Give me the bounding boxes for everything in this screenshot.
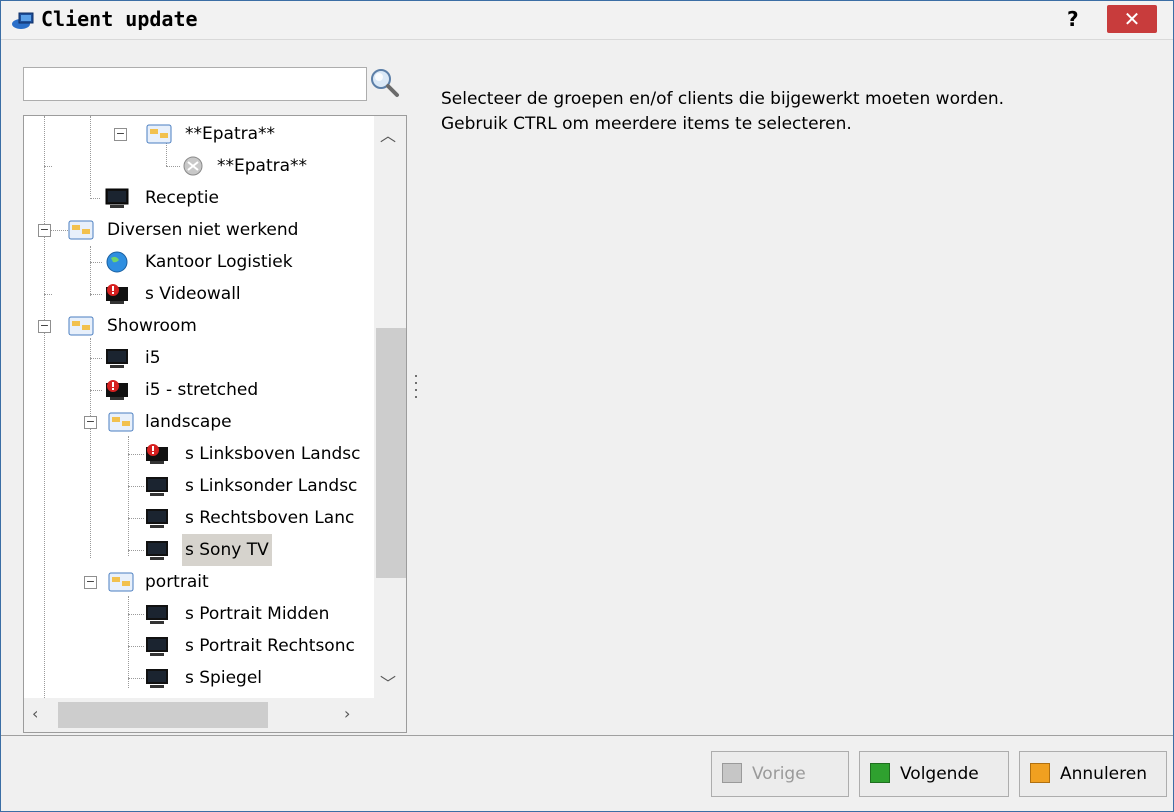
tree-item-client[interactable]: Kantoor Logistiek — [142, 246, 296, 278]
back-icon — [722, 763, 742, 783]
monitor-icon — [146, 509, 168, 528]
tree-item-group[interactable]: Diversen niet werkend — [104, 214, 301, 246]
instructions-text: Selecteer de groepen en/of clients die b… — [441, 87, 1004, 137]
tree-item-client[interactable]: s Portrait Rechtsonc — [182, 630, 358, 662]
offline-client-icon — [183, 156, 203, 176]
scroll-down-icon[interactable]: ﹀ — [380, 670, 396, 694]
tree-item-client-selected[interactable]: s Sony TV — [182, 534, 272, 566]
monitor-icon — [146, 669, 168, 688]
tree-item-group[interactable]: portrait — [142, 566, 212, 598]
horizontal-scroll-thumb[interactable] — [58, 702, 268, 728]
collapse-toggle[interactable]: − — [38, 224, 51, 237]
tree-item-client[interactable]: **Epatra** — [214, 150, 310, 182]
scroll-right-icon[interactable]: › — [344, 704, 350, 723]
globe-icon — [106, 251, 128, 273]
tree-item-client[interactable]: s Videowall — [142, 278, 244, 310]
tree-item-client[interactable]: s Linksonder Landsc — [182, 470, 360, 502]
monitor-error-icon — [106, 284, 128, 304]
monitor-error-icon — [146, 444, 168, 464]
previous-button[interactable]: Vorige — [711, 751, 849, 797]
group-folder-icon — [146, 124, 172, 144]
instructions-line-1: Selecteer de groepen en/of clients die b… — [441, 89, 1005, 109]
footer-divider — [1, 735, 1173, 736]
group-folder-icon — [108, 412, 134, 432]
tree-item-group[interactable]: **Epatra** — [182, 118, 278, 150]
monitor-icon — [146, 477, 168, 496]
tree-item-client[interactable]: s Portrait Midden — [182, 598, 332, 630]
tree-item-client[interactable]: s Linksboven Landsc — [182, 438, 363, 470]
monitor-icon — [106, 349, 128, 368]
collapse-toggle[interactable]: − — [84, 576, 97, 589]
group-folder-icon — [68, 316, 94, 336]
client-tree[interactable]: − **Epatra** **Epatra** Receptie − Diver… — [23, 115, 407, 733]
scroll-up-icon[interactable]: ︿ — [380, 122, 396, 146]
window-title: Client update — [41, 7, 198, 31]
close-button[interactable]: ✕ — [1107, 5, 1157, 33]
horizontal-scrollbar[interactable]: ‹ › — [24, 698, 406, 732]
splitter-handle[interactable] — [414, 375, 418, 415]
monitor-error-icon — [106, 380, 128, 400]
collapse-toggle[interactable]: − — [38, 320, 51, 333]
group-folder-icon — [108, 572, 134, 592]
client-update-icon — [12, 12, 34, 29]
group-folder-icon — [68, 220, 94, 240]
instructions-line-2: Gebruik CTRL om meerdere items te select… — [441, 114, 852, 134]
tree-item-client[interactable]: i5 - stretched — [142, 374, 261, 406]
collapse-toggle[interactable]: − — [114, 128, 127, 141]
tree-item-client[interactable]: Receptie — [142, 182, 222, 214]
monitor-icon — [105, 188, 129, 208]
monitor-icon — [146, 637, 168, 656]
tree-item-client[interactable]: i5 — [142, 342, 164, 374]
vertical-scroll-thumb[interactable] — [376, 328, 406, 578]
tree-item-group[interactable]: landscape — [142, 406, 235, 438]
title-bar[interactable]: Client update ? ✕ — [1, 1, 1173, 40]
tree-item-group[interactable]: Showroom — [104, 310, 200, 342]
tree-item-client[interactable]: s Spiegel — [182, 662, 265, 694]
monitor-icon — [146, 541, 168, 560]
cancel-button[interactable]: Annuleren — [1019, 751, 1167, 797]
forward-icon — [870, 763, 890, 783]
search-input[interactable] — [23, 67, 367, 101]
tree-item-client[interactable]: s Rechtsboven Lanc — [182, 502, 357, 534]
client-update-dialog: Client update ? ✕ − **Epatra** **Epatra*… — [0, 0, 1174, 812]
help-button[interactable]: ? — [1067, 7, 1079, 31]
next-button[interactable]: Volgende — [859, 751, 1009, 797]
cancel-icon — [1030, 763, 1050, 783]
tree-content: − **Epatra** **Epatra** Receptie − Diver… — [24, 116, 374, 698]
monitor-icon — [146, 605, 168, 624]
scroll-left-icon[interactable]: ‹ — [32, 704, 38, 723]
vertical-scrollbar[interactable]: ︿ ﹀ — [374, 116, 406, 698]
search-icon[interactable] — [367, 65, 401, 99]
collapse-toggle[interactable]: − — [84, 416, 97, 429]
